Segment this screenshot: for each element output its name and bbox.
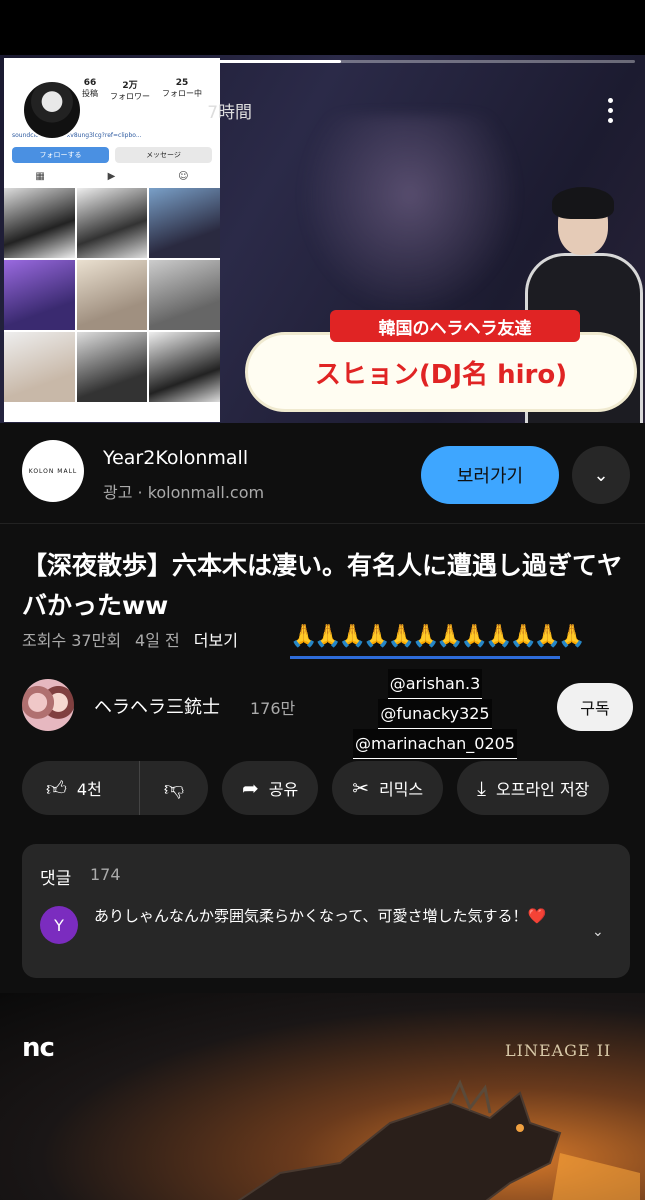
channel-row: ヘラヘラ三銃士 176만 구독	[22, 679, 633, 734]
mention-tag[interactable]: @arishan.3	[387, 669, 483, 699]
mention-tag[interactable]: @funacky325	[378, 699, 492, 729]
video-title[interactable]: 【深夜散歩】六本木は凄い。有名人に遭遇し過ぎてヤバかったww	[22, 546, 632, 626]
story-time: 7時間	[207, 102, 253, 123]
ad-subtitle: 광고 · kolonmall.com	[103, 483, 265, 502]
comments-title: 댓글	[40, 869, 72, 889]
reels-icon: ▶	[107, 171, 116, 182]
more-link[interactable]: 더보기	[194, 627, 238, 651]
pray-emoji-row: 🙏🙏🙏🙏🙏🙏🙏🙏🙏🙏🙏🙏	[290, 624, 586, 649]
video-views: 조회수 37만회	[22, 631, 122, 650]
ad-logo[interactable]: KOLON MALL	[22, 440, 84, 502]
insta-photo-grid	[4, 188, 220, 402]
story-progress-fill	[10, 60, 342, 63]
remix-button[interactable]: ✂ 리믹스	[332, 761, 444, 815]
channel-avatar[interactable]	[22, 679, 74, 731]
video-details: 【深夜散歩】六本木は凄い。有名人に遭遇し過ぎてヤバかったww 조회수 37만회 …	[0, 523, 645, 993]
insta-tabs: ▦ ▶ ☺	[4, 163, 220, 188]
share-icon: ➦	[242, 776, 259, 800]
caption-main: スヒョン(DJ名 hiro)	[245, 332, 637, 412]
comment-text: ありしゃんなんか雰囲気柔らかくなって、可愛さ増した気する！❤️	[94, 907, 547, 925]
story-progress-bar	[10, 60, 635, 63]
share-button[interactable]: ➦ 공유	[222, 761, 319, 815]
mention-tags: @arishan.3 @funacky325 @marinachan_0205	[345, 669, 525, 759]
ad-cta-button[interactable]: 보러가기	[421, 446, 559, 504]
dragon-illustration	[237, 1079, 640, 1200]
like-dislike-pill: 👍︎ 4천 👎︎	[22, 761, 208, 815]
nc-logo: nc	[22, 1033, 55, 1063]
lineage-logo: LINEAGE II	[505, 1041, 612, 1060]
offline-save-button[interactable]: ⤓ 오프라인 저장	[457, 761, 610, 815]
thumbs-up-icon: 👍︎	[46, 775, 67, 800]
video-caption: 韓国のヘラヘラ友達 スヒョン(DJ名 hiro)	[245, 310, 637, 415]
more-options-icon[interactable]	[595, 90, 625, 130]
story-username[interactable]: hiromuze	[104, 100, 193, 120]
commenter-avatar: Y	[40, 906, 78, 944]
insta-photo	[149, 260, 220, 330]
mention-tag[interactable]: @marinachan_0205	[353, 729, 517, 759]
offline-label: 오프라인 저장	[496, 780, 590, 799]
subscribe-button[interactable]: 구독	[557, 683, 633, 731]
dislike-button[interactable]: 👎︎	[140, 776, 208, 801]
emoji-underline	[290, 656, 560, 659]
video-date: 4일 전	[135, 631, 180, 650]
game-banner-ad[interactable]: nc LINEAGE II	[0, 993, 645, 1200]
channel-subscribers: 176만	[250, 699, 296, 718]
caption-top: 韓国のヘラヘラ友達	[330, 310, 580, 342]
like-button[interactable]: 👍︎ 4천	[22, 761, 140, 815]
video-background	[300, 115, 520, 315]
comments-count: 174	[90, 865, 121, 884]
insta-photo	[149, 332, 220, 402]
ad-row: KOLON MALL Year2Kolonmall 광고 · kolonmall…	[0, 423, 645, 523]
thumbs-down-icon: 👎︎	[163, 775, 185, 800]
insta-photo	[76, 332, 148, 402]
remix-label: 리믹스	[378, 780, 424, 799]
comments-panel[interactable]: 댓글 174 Y ありしゃんなんか雰囲気柔らかくなって、可愛さ増した気する！❤️…	[22, 844, 630, 978]
insta-photo	[4, 188, 75, 258]
channel-name[interactable]: ヘラヘラ三銃士	[94, 693, 220, 719]
tagged-icon: ☺	[178, 171, 189, 182]
insta-photo	[4, 332, 75, 402]
share-label: 공유	[268, 780, 299, 799]
insta-message-button: メッセージ	[115, 147, 212, 163]
insta-photo	[76, 188, 148, 258]
action-bar: 👍︎ 4천 👎︎ ➦ 공유 ✂ 리믹스 ⤓ 오프라인 저장	[22, 761, 645, 815]
ad-name[interactable]: Year2Kolonmall	[103, 447, 248, 469]
insta-follow-button: フォローする	[12, 147, 109, 163]
insta-photo	[76, 260, 148, 330]
grid-icon: ▦	[35, 171, 45, 182]
video-meta: 조회수 37만회 4일 전 더보기	[22, 627, 238, 651]
download-icon: ⤓	[477, 776, 486, 800]
chevron-down-icon[interactable]: ⌄	[572, 446, 630, 504]
insta-photo	[149, 188, 220, 258]
remix-icon: ✂	[352, 776, 369, 800]
insta-photo	[4, 260, 75, 330]
story-header: hiromuze 7時間	[22, 80, 625, 140]
chevron-down-icon[interactable]: ⌄	[592, 924, 604, 940]
like-count: 4천	[76, 780, 102, 799]
story-avatar[interactable]	[22, 80, 82, 140]
